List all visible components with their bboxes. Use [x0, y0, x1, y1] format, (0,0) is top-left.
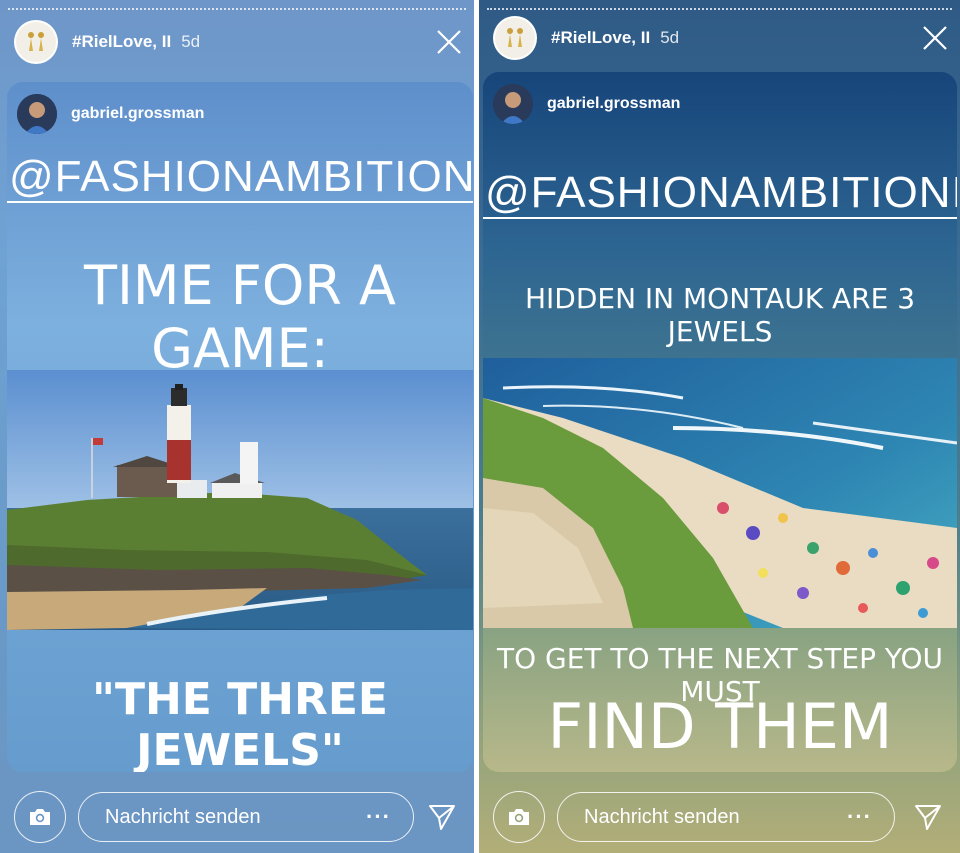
- caption-large: FIND THEM ALL: [547, 690, 893, 772]
- person-photo-icon: [17, 94, 57, 134]
- send-button[interactable]: [424, 799, 460, 835]
- author-username: gabriel.grossman: [547, 95, 681, 112]
- mention-sticker[interactable]: @FASHIONAMBITIONIST: [7, 152, 473, 203]
- beach-photo: [483, 358, 957, 628]
- message-input[interactable]: Nachricht senden ···: [78, 792, 414, 842]
- send-icon: [915, 805, 941, 830]
- story-header: #RielLove, II 5d: [14, 18, 464, 66]
- author-username: gabriel.grossman: [71, 105, 205, 122]
- message-placeholder: Nachricht senden: [584, 805, 740, 828]
- author-avatar: [493, 84, 533, 124]
- close-button[interactable]: [434, 27, 464, 57]
- account-name[interactable]: #RielLove, II: [551, 28, 650, 48]
- post-age: 5d: [660, 28, 680, 47]
- story-progress-bar: [8, 8, 466, 12]
- headline: HIDDEN IN MONTAUK ARE 3 JEWELS: [524, 282, 916, 348]
- post-author[interactable]: gabriel.grossman: [493, 84, 680, 124]
- account-avatar[interactable]: [493, 16, 537, 60]
- story-viewer: #RielLove, II 5d gabriel.grossman @FASHI…: [0, 0, 960, 853]
- message-placeholder: Nachricht senden: [105, 805, 261, 828]
- mention-text: @FASHIONAMBITIONIST: [7, 152, 473, 203]
- earrings-logo-icon: [507, 28, 523, 47]
- mention-text: @FASHIONAMBITIONIST: [483, 168, 957, 219]
- account-name[interactable]: #RielLove, II: [72, 32, 171, 52]
- story-panel-right[interactable]: #RielLove, II 5d gabriel.grossman @FASHI…: [479, 0, 960, 853]
- story-header: #RielLove, II 5d: [493, 14, 950, 62]
- send-button[interactable]: [910, 799, 946, 835]
- story-panel-left[interactable]: #RielLove, II 5d gabriel.grossman @FASHI…: [0, 0, 474, 853]
- post-age: 5d: [181, 32, 201, 51]
- person-photo-icon: [493, 84, 533, 124]
- camera-button[interactable]: [14, 791, 66, 843]
- earrings-logo-icon: [28, 32, 44, 51]
- reshared-post-card[interactable]: gabriel.grossman @FASHIONAMBITIONIST TIM…: [7, 82, 473, 772]
- reply-bar: Nachricht senden ···: [0, 781, 474, 853]
- more-icon[interactable]: ···: [366, 804, 391, 830]
- close-icon: [923, 26, 947, 50]
- headline: TIME FOR A GAME:: [84, 254, 396, 380]
- caption: "THE THREE JEWELS": [92, 674, 388, 772]
- mention-sticker[interactable]: @FASHIONAMBITIONIST: [483, 168, 957, 219]
- reshared-post-card[interactable]: gabriel.grossman @FASHIONAMBITIONIST HID…: [483, 72, 957, 772]
- send-icon: [429, 805, 455, 830]
- author-avatar: [17, 94, 57, 134]
- camera-icon: [509, 809, 529, 825]
- lighthouse-photo: [7, 370, 473, 630]
- camera-icon: [30, 809, 50, 825]
- post-author[interactable]: gabriel.grossman: [17, 94, 204, 134]
- account-avatar[interactable]: [14, 20, 58, 64]
- close-icon: [437, 30, 461, 54]
- message-input[interactable]: Nachricht senden ···: [557, 792, 895, 842]
- story-progress-bar: [487, 8, 952, 12]
- close-button[interactable]: [920, 23, 950, 53]
- camera-button[interactable]: [493, 791, 545, 843]
- more-icon[interactable]: ···: [847, 804, 872, 830]
- reply-bar: Nachricht senden ···: [479, 781, 960, 853]
